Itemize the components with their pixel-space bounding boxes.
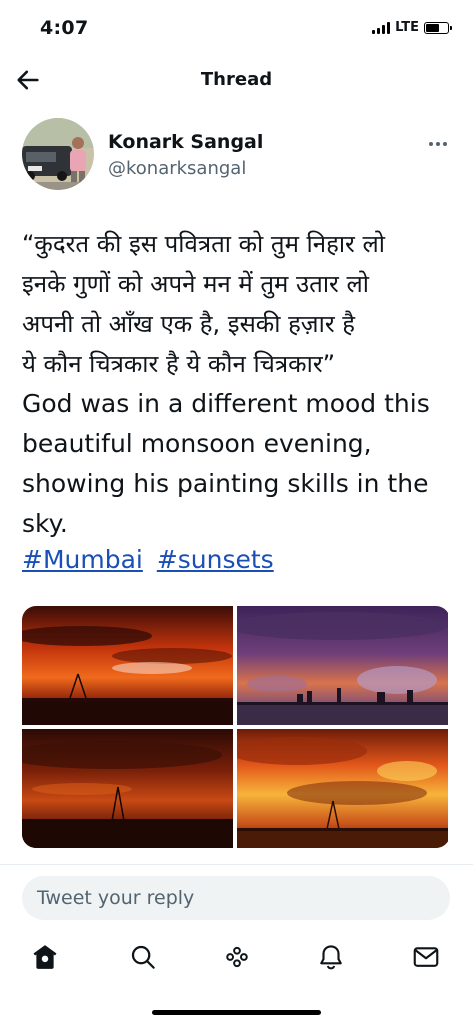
tab-notifications[interactable] [316,942,346,972]
tweet-line: “कुदरत की इस पवित्रता को तुम निहार लो [22,230,385,258]
author-handle[interactable]: @konarksangal [108,158,246,179]
sunset-photo-3[interactable] [22,729,233,848]
notifications-icon [320,945,342,970]
tab-home[interactable] [30,942,60,972]
nav-header: Thread [0,58,473,102]
reply-input[interactable]: Tweet your reply [22,876,450,920]
media-grid [22,606,450,848]
tab-bar [0,938,473,978]
more-button[interactable] [426,136,450,150]
tab-messages[interactable] [411,942,441,972]
battery-icon [424,21,452,34]
tab-spaces[interactable] [222,942,252,972]
status-bar: 4:07 LTE [0,0,473,56]
hashtags: #Mumbai #sunsets [22,545,280,574]
reply-placeholder: Tweet your reply [37,887,195,909]
home-indicator [152,1010,321,1015]
avatar[interactable] [22,118,94,190]
status-indicators: LTE [372,20,452,35]
more-horizontal-icon [429,142,447,146]
signal-icon [372,21,391,34]
tweet-text: “कुदरत की इस पवित्रता को तुम निहार लो इन… [22,224,462,544]
hashtag-mumbai[interactable]: #Mumbai [22,545,143,574]
sunset-photo-1[interactable] [22,606,233,725]
sunset-photo-2[interactable] [237,606,448,725]
tweet-line: sky. [22,509,68,538]
messages-icon [413,947,439,967]
hashtag-sunsets[interactable]: #sunsets [157,545,274,574]
spaces-icon [226,946,248,968]
tweet-line: God was in a different mood this [22,389,430,418]
divider [0,864,473,865]
status-time: 4:07 [40,17,89,39]
network-type: LTE [395,20,419,35]
tweet-author: Konark Sangal @konarksangal [22,118,452,190]
sunset-photo-4[interactable] [237,729,448,848]
page-title: Thread [200,69,273,90]
home-icon [33,945,57,969]
tweet-line: अपनी तो आँख एक है, इसकी हज़ार है [22,310,356,338]
tweet-line: इनके गुणों को अपने मन में तुम उतार लो [22,270,369,298]
tweet-line: beautiful monsoon evening, [22,429,372,458]
tweet-line: showing his painting skills in the [22,469,429,498]
author-name[interactable]: Konark Sangal [108,131,263,153]
search-icon [131,945,155,969]
tweet-line: ये कौन चित्रकार है ये कौन चित्रकार” [22,350,336,378]
tab-search[interactable] [128,942,158,972]
